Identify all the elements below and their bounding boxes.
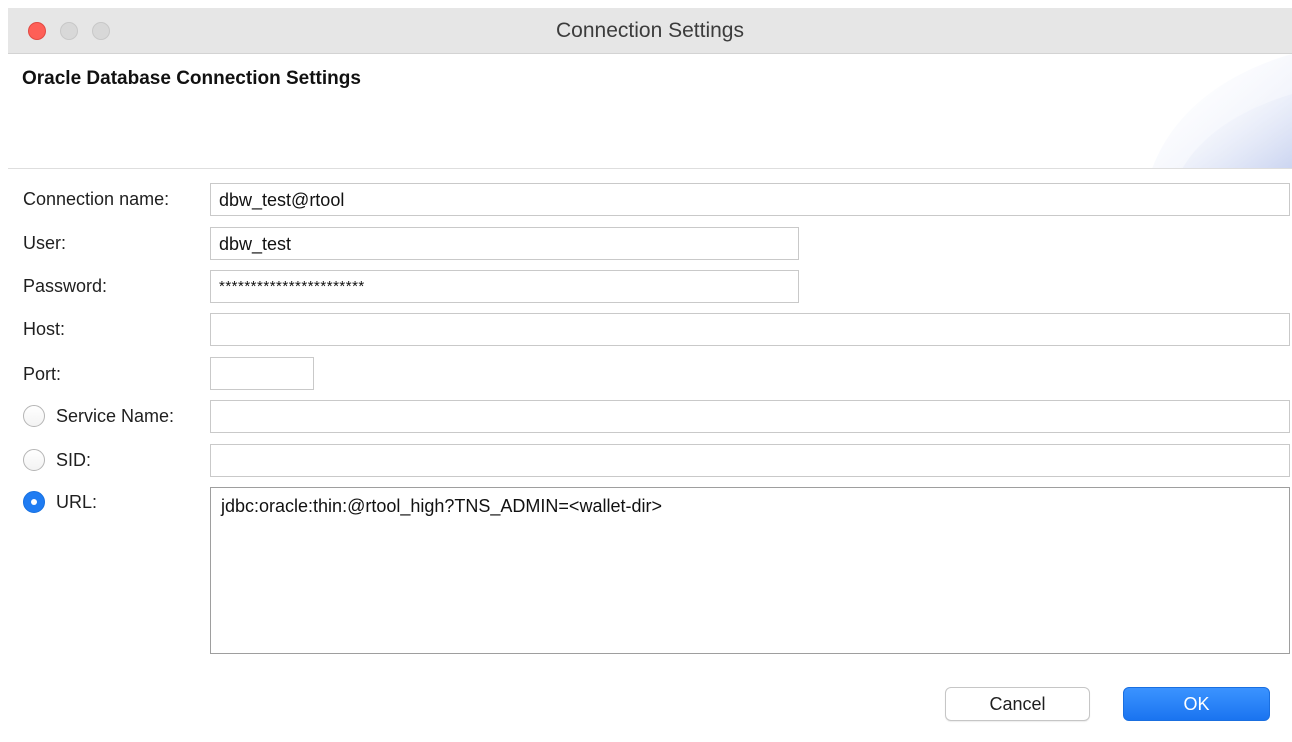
header-swoosh-icon	[1152, 54, 1292, 168]
host-label: Host:	[23, 319, 66, 339]
sid-field[interactable]	[210, 444, 1290, 477]
user-label: User:	[23, 233, 67, 253]
header-banner: Oracle Database Connection Settings	[8, 54, 1292, 169]
sid-label[interactable]: SID:	[56, 450, 91, 471]
url-label[interactable]: URL:	[56, 492, 97, 513]
port-field[interactable]	[210, 357, 314, 390]
host-field[interactable]	[210, 313, 1290, 346]
cancel-button[interactable]: Cancel	[945, 687, 1090, 721]
service-name-field[interactable]	[210, 400, 1290, 433]
connection-name-label: Connection name:	[23, 189, 170, 209]
port-label: Port:	[23, 364, 62, 384]
sid-radio[interactable]	[23, 449, 45, 471]
service-name-radio[interactable]	[23, 405, 45, 427]
connection-settings-window: Connection Settings Oracle Database Conn…	[0, 0, 1292, 742]
url-textarea[interactable]: jdbc:oracle:thin:@rtool_high?TNS_ADMIN=<…	[210, 487, 1290, 654]
title-bar[interactable]: Connection Settings	[8, 8, 1292, 54]
password-label: Password:	[23, 276, 108, 296]
ok-button[interactable]: OK	[1123, 687, 1270, 721]
service-name-label[interactable]: Service Name:	[56, 406, 174, 427]
page-title: Oracle Database Connection Settings	[22, 68, 361, 89]
url-radio[interactable]	[23, 491, 45, 513]
connection-name-field[interactable]: dbw_test@rtool	[210, 183, 1290, 216]
user-field[interactable]: dbw_test	[210, 227, 799, 260]
window-title: Connection Settings	[556, 19, 744, 42]
password-field[interactable]: ***********************	[210, 270, 799, 303]
